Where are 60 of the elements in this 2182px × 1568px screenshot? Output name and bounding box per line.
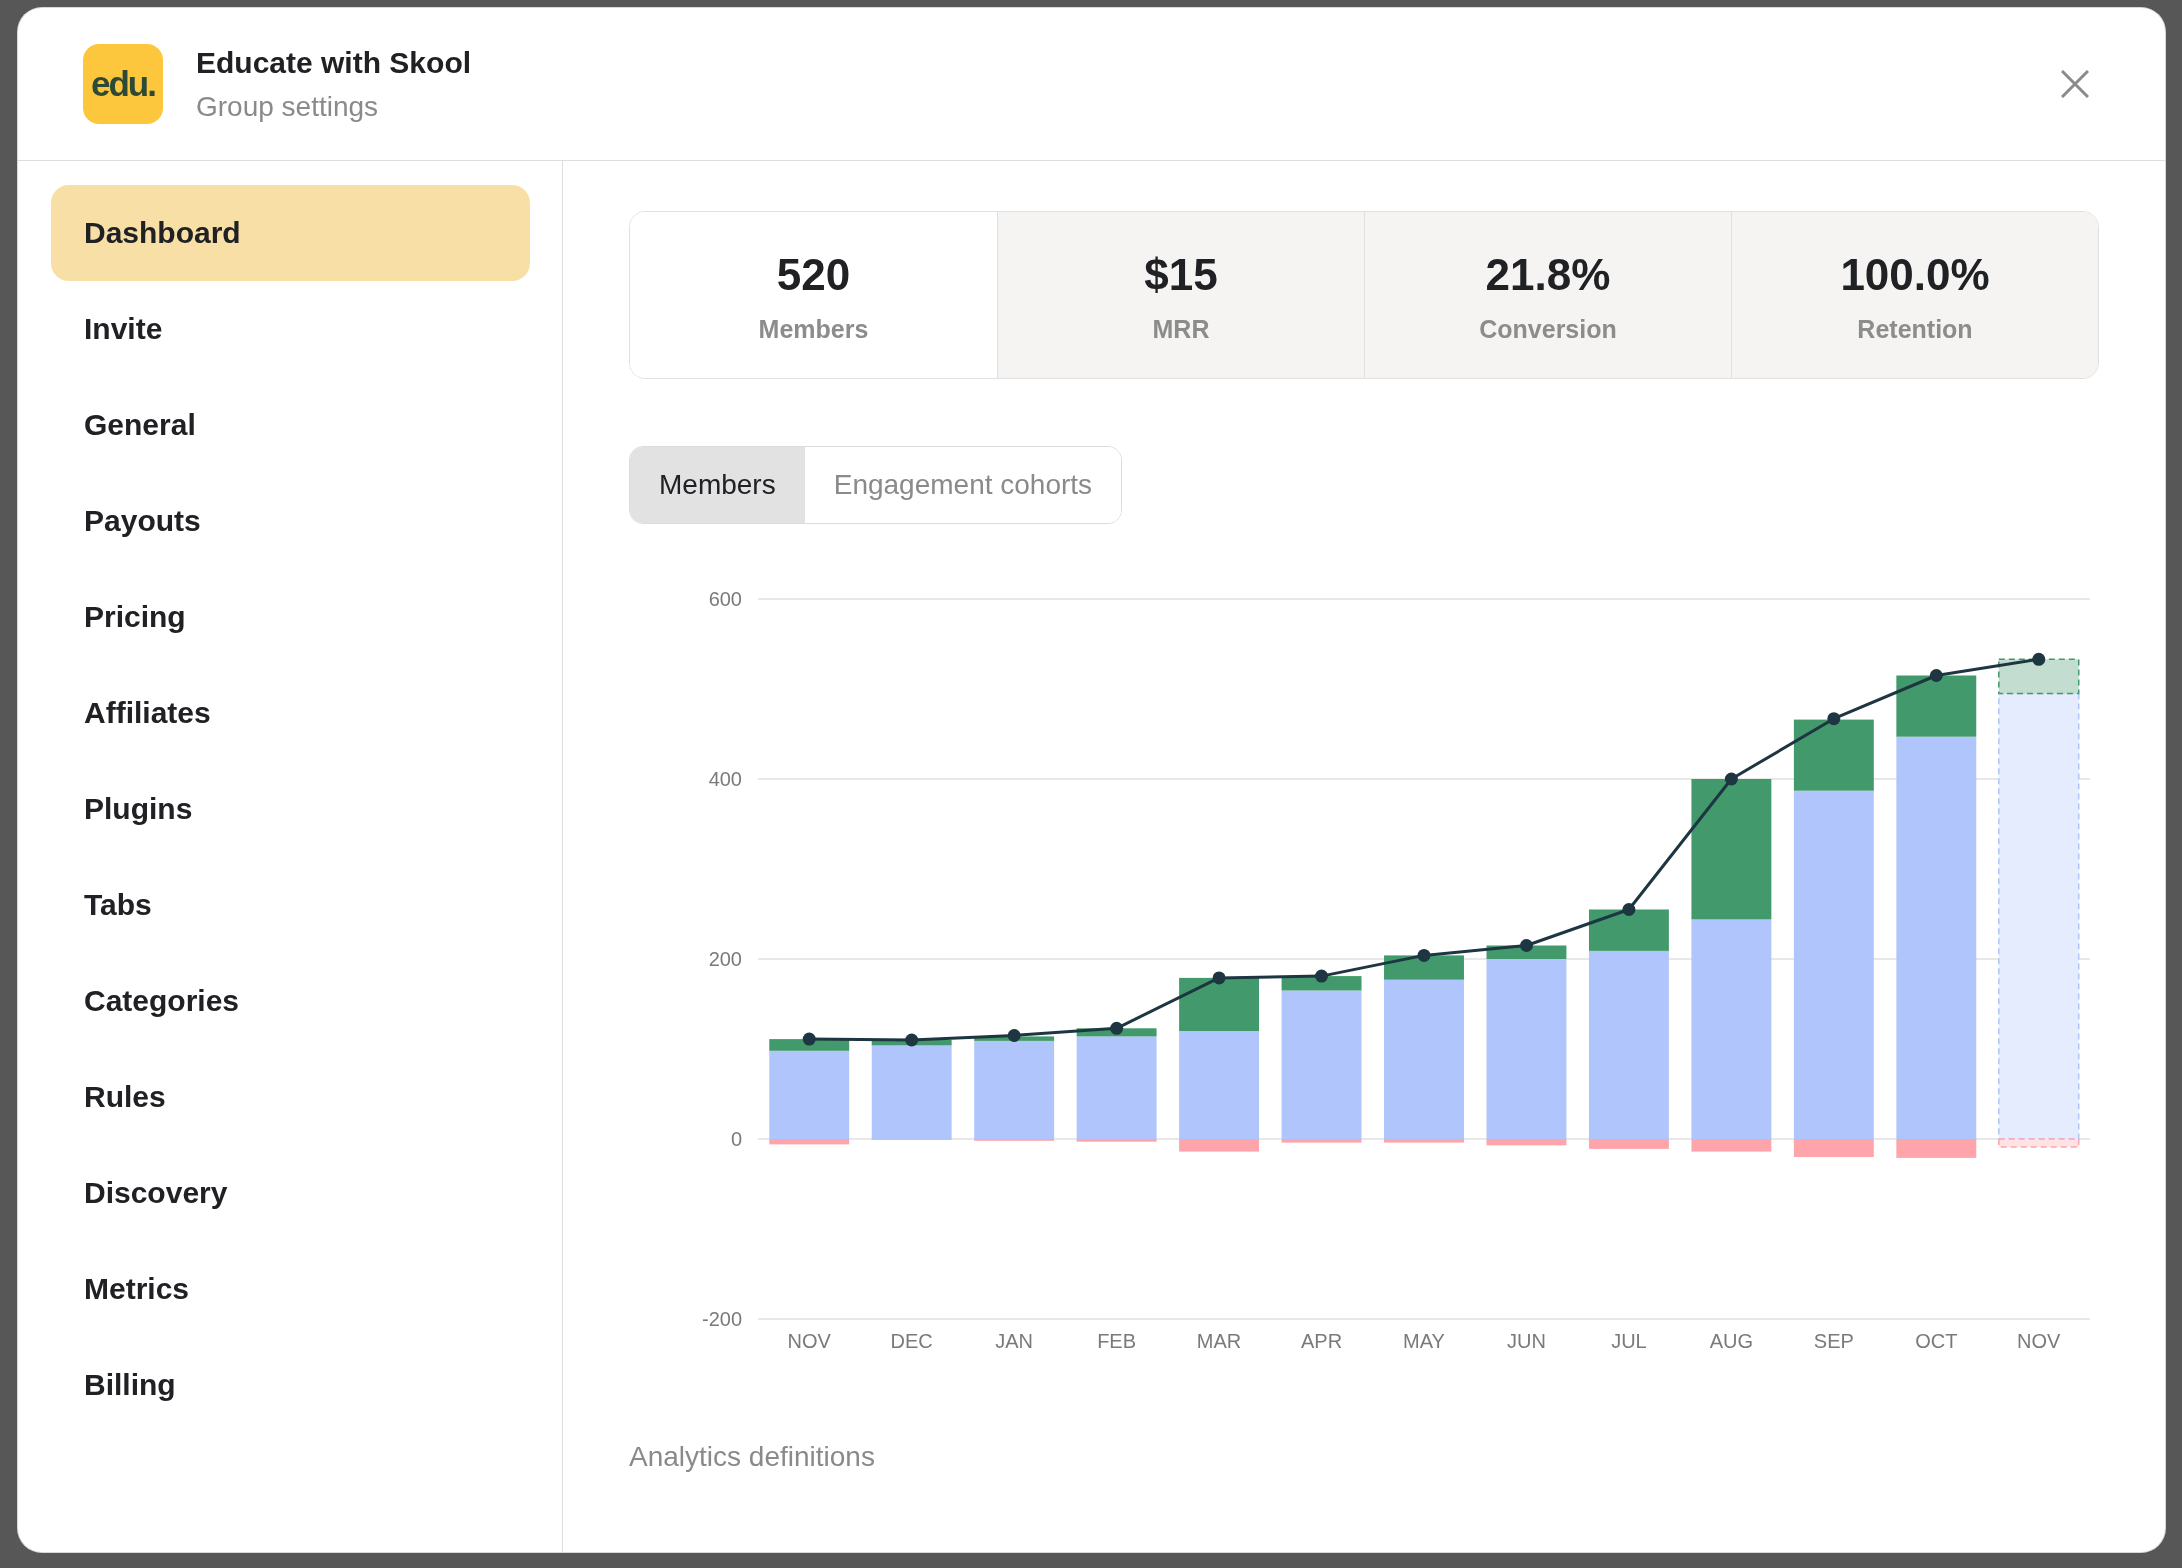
- data-point: [1827, 712, 1841, 726]
- axis-label: 0: [730, 1128, 742, 1151]
- stat-card[interactable]: 100.0% Retention: [1731, 212, 2098, 378]
- data-point: [1929, 669, 1943, 682]
- axis-label: 400: [708, 768, 742, 791]
- axis-label: MAR: [1196, 1330, 1242, 1353]
- stat-label: Members: [758, 315, 869, 343]
- data-point: [1724, 772, 1738, 786]
- data-point: [1212, 971, 1226, 985]
- axis-label: APR: [1301, 1330, 1343, 1353]
- axis-label: SEP: [1813, 1330, 1854, 1353]
- stat-value: 520: [776, 251, 851, 299]
- axis-label: 200: [708, 948, 742, 971]
- data-point: [1007, 1029, 1021, 1042]
- axis-label: OCT: [1915, 1330, 1958, 1353]
- sidebar-item[interactable]: Metrics: [51, 1241, 530, 1337]
- sidebar-item[interactable]: General: [51, 377, 530, 473]
- axis-label: -200: [701, 1308, 742, 1331]
- data-point: [1519, 939, 1533, 952]
- axis-label: NOV: [787, 1330, 831, 1353]
- axis-label: NOV: [2017, 1330, 2061, 1353]
- sidebar-item[interactable]: Categories: [51, 953, 530, 1049]
- sidebar-item[interactable]: Dashboard: [51, 185, 530, 281]
- data-point: [1315, 969, 1329, 983]
- sidebar-item[interactable]: Rules: [51, 1049, 530, 1145]
- axis-label: JAN: [995, 1330, 1034, 1353]
- tab[interactable]: Members: [630, 447, 805, 523]
- data-point: [802, 1032, 816, 1046]
- axis-label: AUG: [1709, 1330, 1754, 1353]
- page-subtitle: Group settings: [196, 92, 379, 122]
- data-point: [1417, 948, 1431, 962]
- stat-label: Retention: [1857, 315, 1973, 343]
- data-point: [1110, 1021, 1124, 1035]
- data-point: [2032, 652, 2046, 666]
- data-point: [905, 1033, 919, 1047]
- sidebar-item[interactable]: Pricing: [51, 569, 530, 665]
- stat-value: 100.0%: [1840, 251, 1990, 299]
- axis-label: DEC: [890, 1330, 933, 1353]
- axis-label: 600: [708, 588, 742, 611]
- logo: edu.: [83, 44, 163, 124]
- stat-card[interactable]: 21.8% Conversion: [1364, 212, 1731, 378]
- axis-label: FEB: [1097, 1330, 1137, 1353]
- sidebar-item[interactable]: Tabs: [51, 857, 530, 953]
- stat-label: Conversion: [1479, 315, 1617, 343]
- axis-label: JUN: [1507, 1330, 1546, 1353]
- stat-value: 21.8%: [1485, 251, 1611, 299]
- sidebar-item[interactable]: Payouts: [51, 473, 530, 569]
- sidebar-item[interactable]: Plugins: [51, 761, 530, 857]
- sidebar-item[interactable]: Affiliates: [51, 665, 530, 761]
- stat-label: MRR: [1152, 315, 1210, 343]
- axis-label: JUL: [1611, 1330, 1647, 1353]
- stat-value: $15: [1144, 251, 1218, 299]
- sidebar-item[interactable]: Billing: [51, 1337, 530, 1433]
- stat-card[interactable]: $15 MRR: [997, 212, 1364, 378]
- group-title: Educate with Skool: [196, 46, 472, 80]
- sidebar-item[interactable]: Discovery: [51, 1145, 530, 1241]
- sidebar-item[interactable]: Invite: [51, 281, 530, 377]
- axis-label: MAY: [1403, 1330, 1445, 1353]
- data-point: [1622, 903, 1636, 916]
- close-icon: [2061, 70, 2089, 98]
